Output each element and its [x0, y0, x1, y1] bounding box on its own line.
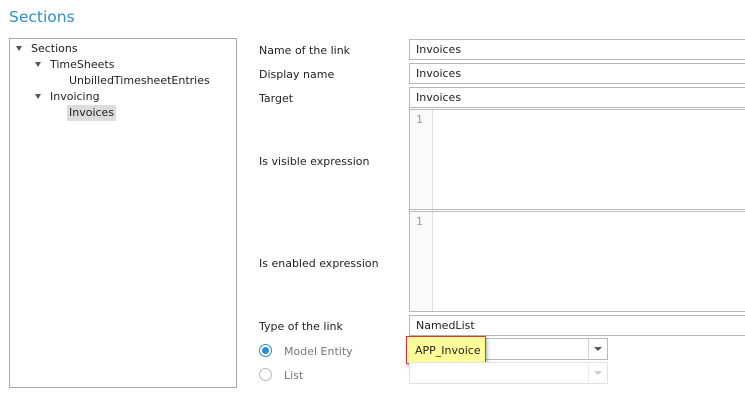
sections-tree: Sections TimeSheets UnbilledTimesheetEnt… — [9, 38, 237, 388]
tree-node-label: Sections — [31, 42, 78, 55]
is-visible-expression-label: Is visible expression — [259, 155, 370, 168]
line-number: 1 — [416, 215, 423, 228]
line-number: 1 — [416, 113, 423, 126]
display-name-input[interactable] — [410, 64, 745, 83]
list-radio[interactable] — [259, 368, 272, 381]
tree-node-label: Invoices — [67, 105, 117, 121]
name-of-link-input[interactable] — [410, 40, 745, 59]
display-name-field[interactable] — [409, 63, 745, 84]
model-entity-radio[interactable] — [259, 344, 272, 357]
code-input-area[interactable] — [434, 212, 745, 311]
list-select — [409, 362, 608, 384]
name-of-link-field[interactable] — [409, 39, 745, 60]
is-enabled-expression-label: Is enabled expression — [259, 257, 379, 270]
target-input[interactable] — [410, 88, 745, 107]
model-entity-label: Model Entity — [284, 345, 353, 358]
type-of-link-input[interactable] — [410, 316, 745, 335]
target-field[interactable] — [409, 87, 745, 108]
line-gutter: 1 — [410, 110, 433, 209]
type-of-link-field[interactable] — [409, 315, 745, 336]
target-label: Target — [259, 92, 294, 105]
page-title: Sections — [9, 8, 75, 26]
expand-icon[interactable] — [14, 41, 24, 57]
expand-icon[interactable] — [33, 89, 43, 105]
list-label: List — [284, 369, 304, 382]
name-of-link-label: Name of the link — [259, 44, 351, 57]
tree-node-label: Invoicing — [50, 90, 100, 103]
tree-node-label: TimeSheets — [50, 58, 115, 71]
model-entity-value: APP_Invoice — [415, 344, 481, 357]
is-visible-expression-editor[interactable]: 1 — [409, 109, 745, 210]
chevron-down-icon[interactable] — [588, 339, 607, 359]
display-name-label: Display name — [259, 68, 335, 81]
is-enabled-expression-editor[interactable]: 1 — [409, 211, 745, 312]
code-input-area[interactable] — [434, 110, 745, 209]
type-of-link-label: Type of the link — [259, 320, 343, 333]
tree-node-label: UnbilledTimesheetEntries — [69, 74, 210, 87]
expand-icon[interactable] — [33, 57, 43, 73]
line-gutter: 1 — [410, 212, 433, 311]
chevron-down-icon — [588, 363, 607, 383]
model-entity-highlight: APP_Invoice — [406, 336, 486, 364]
